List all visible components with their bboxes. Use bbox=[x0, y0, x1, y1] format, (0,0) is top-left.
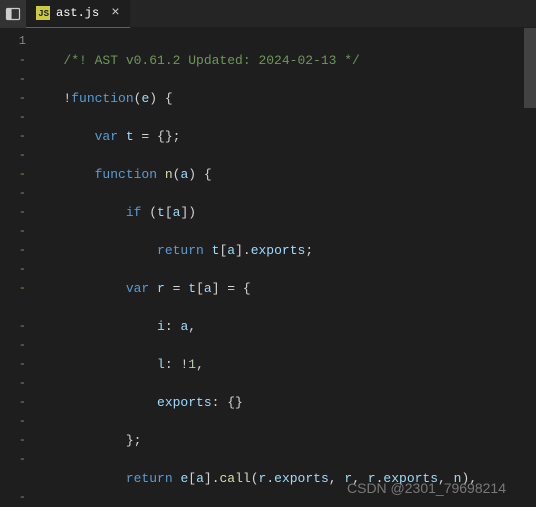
code-area[interactable]: /*! AST v0.61.2 Updated: 2024-02-13 */ !… bbox=[40, 28, 536, 502]
line-gutter: 1 - - - - - - - - - - - - - - - - - - - … bbox=[0, 28, 40, 502]
diff-marker: - bbox=[0, 260, 26, 279]
scrollbar-thumb[interactable] bbox=[524, 28, 536, 108]
tab-label: ast.js bbox=[56, 6, 99, 20]
close-icon[interactable]: × bbox=[111, 5, 119, 21]
diff-marker: - bbox=[0, 279, 26, 298]
line-number bbox=[0, 298, 26, 317]
line-number: 1 bbox=[0, 32, 26, 51]
sidebar-toggle-button[interactable] bbox=[0, 0, 26, 28]
diff-marker: - bbox=[0, 412, 26, 431]
diff-marker: - bbox=[0, 146, 26, 165]
js-file-icon: JS bbox=[36, 6, 50, 20]
diff-marker: - bbox=[0, 165, 26, 184]
tab-bar: JS ast.js × bbox=[0, 0, 536, 28]
diff-marker: - bbox=[0, 336, 26, 355]
diff-marker: - bbox=[0, 222, 26, 241]
diff-marker: - bbox=[0, 89, 26, 108]
tab-ast-js[interactable]: JS ast.js × bbox=[26, 0, 130, 28]
diff-marker: - bbox=[0, 450, 26, 469]
diff-marker: - bbox=[0, 51, 26, 70]
line-number bbox=[0, 469, 26, 488]
diff-marker: - bbox=[0, 203, 26, 222]
watermark: CSDN @2301_79698214 bbox=[347, 480, 506, 496]
diff-marker: - bbox=[0, 108, 26, 127]
diff-marker: - bbox=[0, 431, 26, 450]
diff-marker: - bbox=[0, 241, 26, 260]
vertical-scrollbar[interactable] bbox=[524, 28, 536, 502]
diff-marker: - bbox=[0, 317, 26, 336]
diff-marker: - bbox=[0, 488, 26, 507]
diff-marker: - bbox=[0, 374, 26, 393]
diff-marker: - bbox=[0, 393, 26, 412]
editor: 1 - - - - - - - - - - - - - - - - - - - … bbox=[0, 28, 536, 502]
diff-marker: - bbox=[0, 127, 26, 146]
diff-marker: - bbox=[0, 184, 26, 203]
diff-marker: - bbox=[0, 70, 26, 89]
diff-marker: - bbox=[0, 355, 26, 374]
